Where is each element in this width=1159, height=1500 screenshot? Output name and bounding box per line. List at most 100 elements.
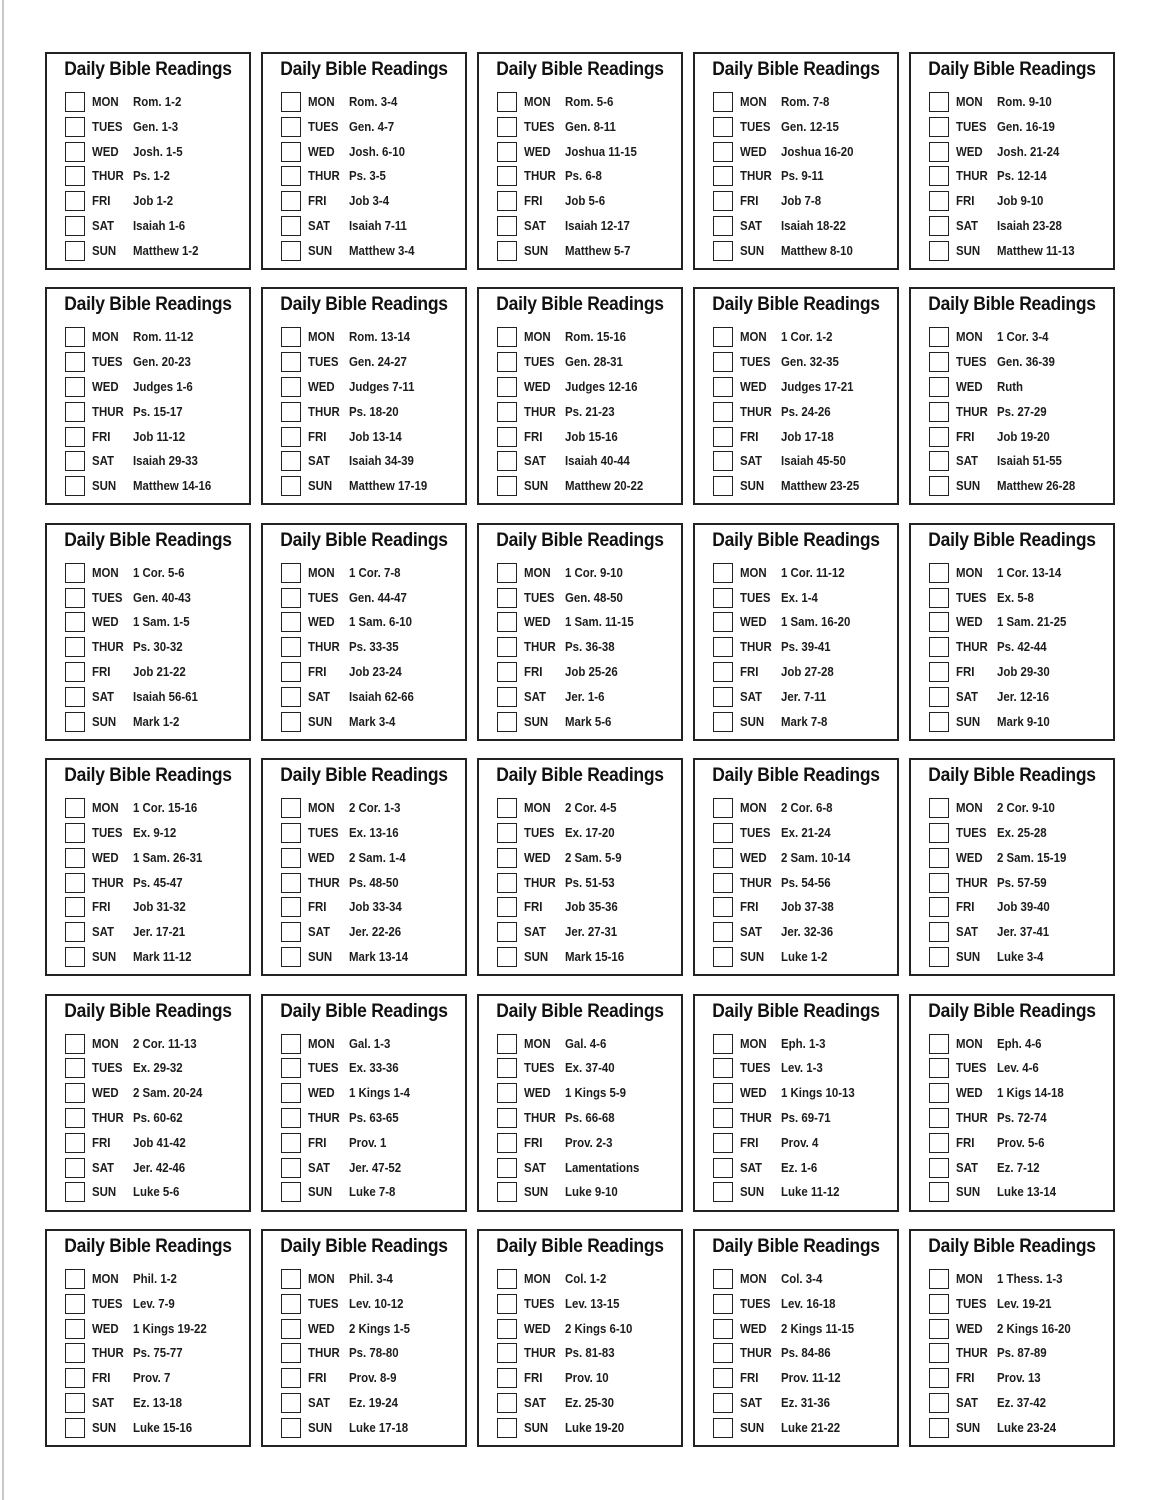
reading-checkbox[interactable] <box>281 1083 301 1104</box>
reading-checkbox[interactable] <box>713 401 733 422</box>
reading-checkbox[interactable] <box>713 1368 733 1389</box>
reading-checkbox[interactable] <box>713 1293 733 1314</box>
reading-checkbox[interactable] <box>281 166 301 187</box>
reading-checkbox[interactable] <box>65 476 85 497</box>
reading-checkbox[interactable] <box>497 711 517 732</box>
reading-checkbox[interactable] <box>65 637 85 658</box>
reading-checkbox[interactable] <box>713 426 733 447</box>
reading-checkbox[interactable] <box>497 922 517 943</box>
reading-checkbox[interactable] <box>713 847 733 868</box>
reading-checkbox[interactable] <box>497 847 517 868</box>
reading-checkbox[interactable] <box>713 661 733 682</box>
reading-checkbox[interactable] <box>713 141 733 162</box>
reading-checkbox[interactable] <box>65 1293 85 1314</box>
reading-checkbox[interactable] <box>929 1083 949 1104</box>
reading-checkbox[interactable] <box>65 215 85 236</box>
reading-checkbox[interactable] <box>497 92 517 112</box>
reading-checkbox[interactable] <box>65 191 85 212</box>
reading-checkbox[interactable] <box>281 191 301 212</box>
reading-checkbox[interactable] <box>281 426 301 447</box>
reading-checkbox[interactable] <box>929 897 949 918</box>
reading-checkbox[interactable] <box>929 352 949 373</box>
reading-checkbox[interactable] <box>497 191 517 212</box>
reading-checkbox[interactable] <box>929 116 949 137</box>
reading-checkbox[interactable] <box>497 327 517 348</box>
reading-checkbox[interactable] <box>281 476 301 497</box>
reading-checkbox[interactable] <box>929 1182 949 1203</box>
reading-checkbox[interactable] <box>713 451 733 472</box>
reading-checkbox[interactable] <box>65 352 85 373</box>
reading-checkbox[interactable] <box>65 92 85 112</box>
reading-checkbox[interactable] <box>497 798 517 819</box>
reading-checkbox[interactable] <box>929 426 949 447</box>
reading-checkbox[interactable] <box>929 798 949 819</box>
reading-checkbox[interactable] <box>65 1368 85 1389</box>
reading-checkbox[interactable] <box>65 822 85 843</box>
reading-checkbox[interactable] <box>281 1417 301 1438</box>
reading-checkbox[interactable] <box>713 1083 733 1104</box>
reading-checkbox[interactable] <box>497 1058 517 1079</box>
reading-checkbox[interactable] <box>929 587 949 608</box>
reading-checkbox[interactable] <box>929 215 949 236</box>
reading-checkbox[interactable] <box>281 822 301 843</box>
reading-checkbox[interactable] <box>929 401 949 422</box>
reading-checkbox[interactable] <box>929 922 949 943</box>
reading-checkbox[interactable] <box>65 401 85 422</box>
reading-checkbox[interactable] <box>497 1033 517 1054</box>
reading-checkbox[interactable] <box>65 1083 85 1104</box>
reading-checkbox[interactable] <box>497 476 517 497</box>
reading-checkbox[interactable] <box>497 116 517 137</box>
reading-checkbox[interactable] <box>65 1318 85 1339</box>
reading-checkbox[interactable] <box>713 562 733 583</box>
reading-checkbox[interactable] <box>929 92 949 112</box>
reading-checkbox[interactable] <box>65 166 85 187</box>
reading-checkbox[interactable] <box>497 352 517 373</box>
reading-checkbox[interactable] <box>497 897 517 918</box>
reading-checkbox[interactable] <box>497 1132 517 1153</box>
reading-checkbox[interactable] <box>497 661 517 682</box>
reading-checkbox[interactable] <box>929 141 949 162</box>
reading-checkbox[interactable] <box>497 141 517 162</box>
reading-checkbox[interactable] <box>929 711 949 732</box>
reading-checkbox[interactable] <box>65 1132 85 1153</box>
reading-checkbox[interactable] <box>713 798 733 819</box>
reading-checkbox[interactable] <box>281 1293 301 1314</box>
reading-checkbox[interactable] <box>497 562 517 583</box>
reading-checkbox[interactable] <box>281 352 301 373</box>
reading-checkbox[interactable] <box>281 587 301 608</box>
reading-checkbox[interactable] <box>929 562 949 583</box>
reading-checkbox[interactable] <box>929 637 949 658</box>
reading-checkbox[interactable] <box>929 1318 949 1339</box>
reading-checkbox[interactable] <box>929 686 949 707</box>
reading-checkbox[interactable] <box>713 1058 733 1079</box>
reading-checkbox[interactable] <box>497 376 517 397</box>
reading-checkbox[interactable] <box>713 1132 733 1153</box>
reading-checkbox[interactable] <box>281 327 301 348</box>
reading-checkbox[interactable] <box>713 897 733 918</box>
reading-checkbox[interactable] <box>281 562 301 583</box>
reading-checkbox[interactable] <box>65 1343 85 1364</box>
reading-checkbox[interactable] <box>65 451 85 472</box>
reading-checkbox[interactable] <box>65 922 85 943</box>
reading-checkbox[interactable] <box>65 661 85 682</box>
reading-checkbox[interactable] <box>713 922 733 943</box>
reading-checkbox[interactable] <box>281 1269 301 1289</box>
reading-checkbox[interactable] <box>929 451 949 472</box>
reading-checkbox[interactable] <box>497 1269 517 1289</box>
reading-checkbox[interactable] <box>713 587 733 608</box>
reading-checkbox[interactable] <box>713 327 733 348</box>
reading-checkbox[interactable] <box>713 1157 733 1178</box>
reading-checkbox[interactable] <box>713 1392 733 1413</box>
reading-checkbox[interactable] <box>281 376 301 397</box>
reading-checkbox[interactable] <box>65 1392 85 1413</box>
reading-checkbox[interactable] <box>281 711 301 732</box>
reading-checkbox[interactable] <box>65 711 85 732</box>
reading-checkbox[interactable] <box>929 822 949 843</box>
reading-checkbox[interactable] <box>929 872 949 893</box>
reading-checkbox[interactable] <box>497 401 517 422</box>
reading-checkbox[interactable] <box>713 240 733 261</box>
reading-checkbox[interactable] <box>497 1157 517 1178</box>
reading-checkbox[interactable] <box>281 1182 301 1203</box>
reading-checkbox[interactable] <box>65 1157 85 1178</box>
reading-checkbox[interactable] <box>929 661 949 682</box>
